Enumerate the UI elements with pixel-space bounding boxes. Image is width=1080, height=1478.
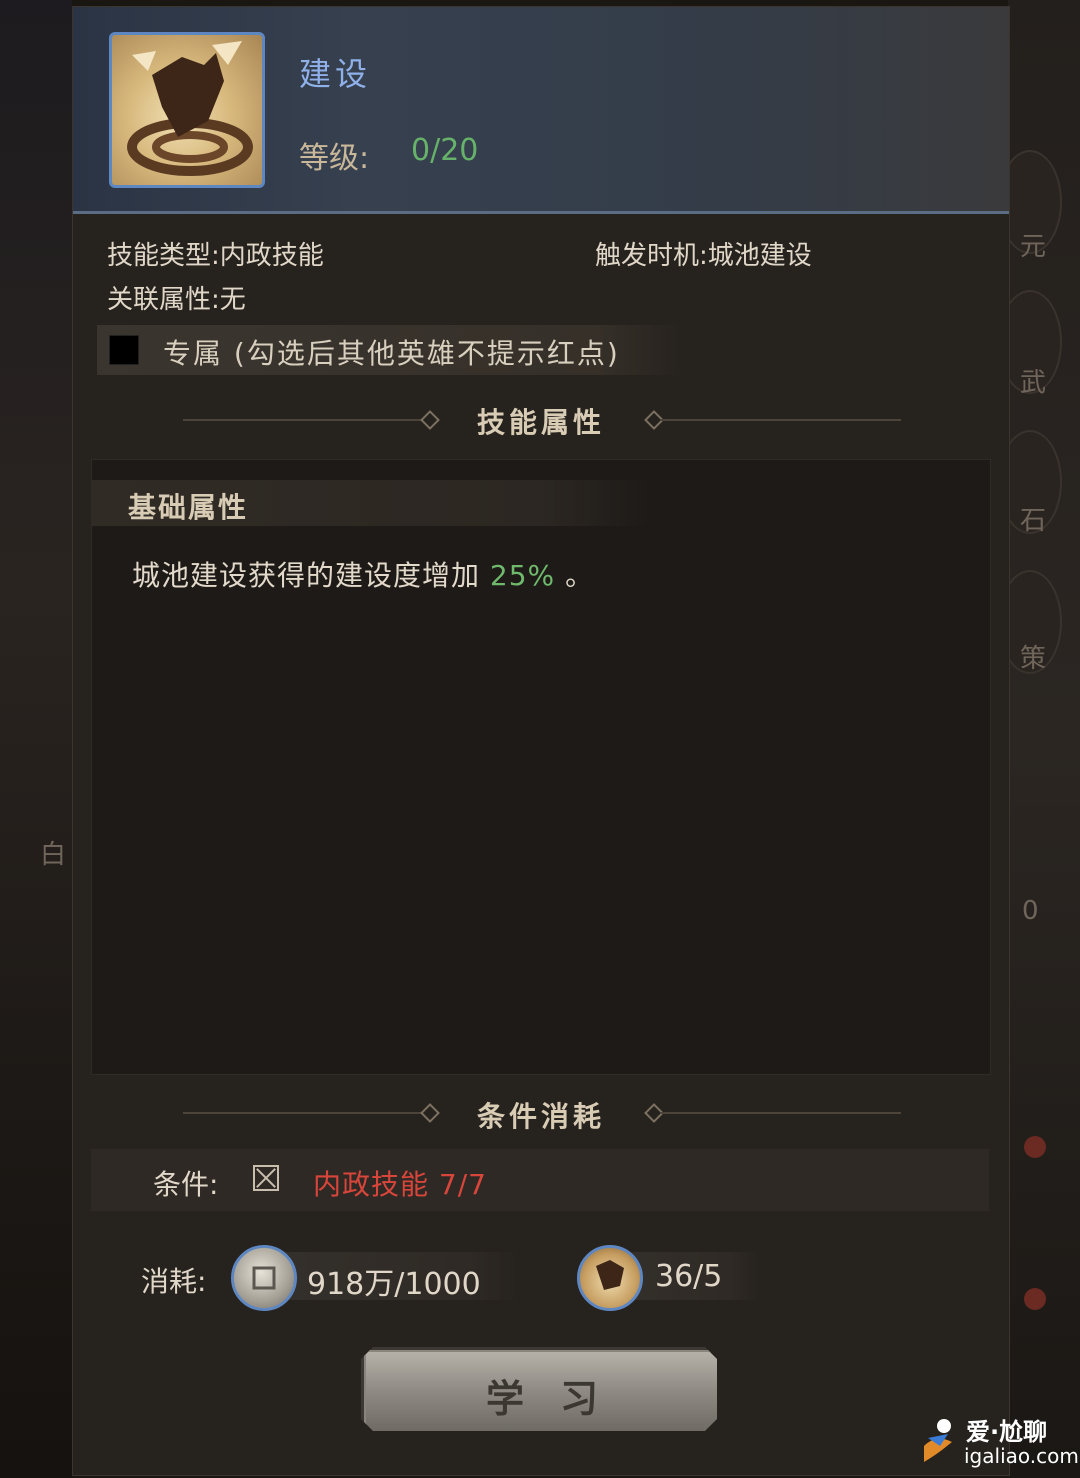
exclusive-checkbox-row[interactable]: 专属 (勾选后其他英雄不提示红点) <box>97 325 683 375</box>
related-attribute-value: 无 <box>219 285 246 315</box>
watermark-url: igaliao.com <box>964 1444 1079 1468</box>
level-value: 0/20 <box>411 133 479 168</box>
basic-attribute-title: 基础属性 <box>128 491 249 524</box>
side-red-dot <box>1024 1288 1046 1310</box>
side-fragment-text: 武 <box>1020 368 1047 398</box>
side-fragment-text: 白 <box>40 840 67 870</box>
trigger-label: 触发时机: <box>595 241 708 271</box>
condition-value: 内政技能 7/7 <box>313 1168 487 1201</box>
divider-line <box>661 1112 901 1114</box>
section-title-conditions-cost: 条件消耗 <box>476 1100 605 1133</box>
side-fragment-text: 0 <box>1022 896 1039 926</box>
background-right <box>998 0 1080 1478</box>
condition-row: 条件: 内政技能 7/7 <box>91 1149 989 1211</box>
attribute-box: 基础属性 城池建设获得的建设度增加 25% 。 <box>91 459 991 1075</box>
side-red-dot <box>1024 1136 1046 1158</box>
divider-line <box>661 419 901 421</box>
trigger-timing: 触发时机:城池建设 <box>595 235 812 272</box>
cost-value-silver: 918万/1000 <box>307 1267 481 1302</box>
skill-name: 建设 <box>299 55 372 93</box>
skill-type-label: 技能类型: <box>107 241 220 271</box>
skill-header: 建设 等级: 0/20 <box>73 7 1009 214</box>
cost-item-silver: 918万/1000 <box>259 1252 519 1302</box>
learn-button-label: 学习 <box>485 1377 634 1421</box>
cost-value-book: 36/5 <box>655 1259 723 1294</box>
skill-book-icon <box>577 1245 643 1311</box>
section-title-skill-attributes: 技能属性 <box>476 406 605 439</box>
basic-attribute-header: 基础属性 <box>92 480 652 526</box>
learn-button[interactable]: 学习 <box>361 1347 717 1431</box>
trigger-value: 城池建设 <box>707 241 812 271</box>
basic-attribute-description: 城池建设获得的建设度增加 25% 。 <box>132 554 594 594</box>
watermark: 爱·尬聊 igaliao.com <box>912 1410 1079 1474</box>
silver-coin-icon <box>231 1245 297 1311</box>
skill-type-value: 内政技能 <box>219 241 324 271</box>
condition-label: 条件: <box>153 1168 219 1201</box>
related-attribute-label: 关联属性: <box>107 285 220 315</box>
construction-skill-icon <box>109 32 265 188</box>
background-left <box>0 0 72 1478</box>
skill-type: 技能类型:内政技能 <box>107 235 324 272</box>
description-text: 城池建设获得的建设度增加 <box>132 559 481 592</box>
side-fragment-text: 策 <box>1020 644 1047 674</box>
watermark-logo-icon <box>924 1419 952 1462</box>
skill-detail-panel: 建设 等级: 0/20 技能类型:内政技能 触发时机:城池建设 关联属性:无 专… <box>72 6 1010 1476</box>
level-label: 等级: <box>299 141 370 176</box>
side-fragment-text: 元 <box>1020 232 1047 262</box>
watermark-text: 爱·尬聊 <box>966 1418 1048 1446</box>
description-suffix: 。 <box>565 559 595 592</box>
exclusive-label: 专属 (勾选后其他英雄不提示红点) <box>163 337 620 370</box>
unmet-checkbox-icon <box>253 1165 279 1191</box>
exclusive-checkbox[interactable] <box>109 335 139 365</box>
related-attribute: 关联属性:无 <box>107 279 246 316</box>
cost-label: 消耗: <box>141 1265 207 1298</box>
description-highlight: 25% <box>489 559 556 592</box>
side-fragment-text: 石 <box>1020 506 1047 536</box>
